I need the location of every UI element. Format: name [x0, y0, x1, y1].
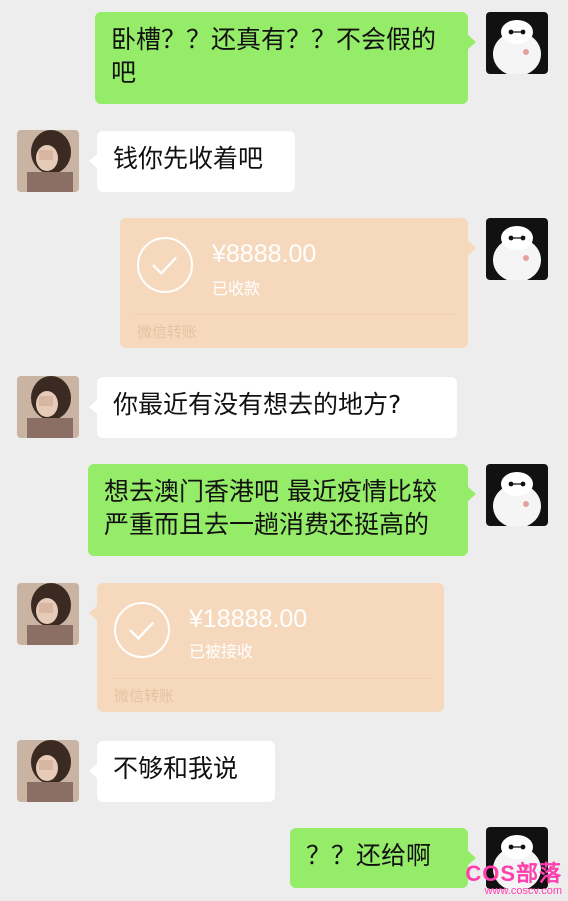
- baymax-avatar-icon: [486, 12, 548, 74]
- other-avatar[interactable]: [17, 740, 79, 802]
- baymax-avatar-icon: [486, 464, 548, 526]
- transfer-divider: [134, 314, 454, 315]
- transfer-card-accepted[interactable]: ¥18888.00 已被接收 微信转账: [89, 583, 444, 712]
- transfer-footer: 微信转账: [114, 687, 175, 705]
- check-circle-icon: [137, 237, 193, 293]
- transfer-footer: 微信转账: [137, 323, 198, 341]
- message-bubble-other[interactable]: 钱你先收着吧: [89, 131, 295, 192]
- message-bubble-other[interactable]: 不够和我说: [89, 741, 275, 802]
- message-text: 钱你先收着吧: [113, 144, 264, 173]
- girl-photo-avatar-icon: [17, 740, 79, 802]
- self-avatar[interactable]: [486, 12, 548, 74]
- message-text: ？？还给啊: [306, 841, 432, 870]
- message-bubble-self[interactable]: 卧槽？？还真有？？不会假的吧: [95, 12, 476, 104]
- transfer-amount: ¥18888.00: [189, 605, 308, 633]
- other-avatar[interactable]: [17, 376, 79, 438]
- watermark-url: www.coscv.com: [484, 885, 562, 897]
- message-text: 卧槽？？还真有？？不会假的吧: [111, 25, 437, 87]
- transfer-card-received[interactable]: ¥8888.00 已收款 微信转账: [120, 218, 476, 348]
- other-avatar[interactable]: [17, 583, 79, 645]
- site-watermark: COS部落 www.coscv.com: [465, 861, 562, 898]
- message-bubble-other[interactable]: 你最近有没有想去的地方?: [89, 377, 457, 438]
- watermark-logo: COS部落: [465, 861, 562, 886]
- transfer-divider: [111, 678, 430, 679]
- message-bubble-self[interactable]: 想去澳门香港吧 最近疫情比较严重而且去一趟消费还挺高的: [88, 464, 476, 556]
- self-avatar[interactable]: [486, 464, 548, 526]
- transfer-amount: ¥8888.00: [212, 240, 317, 268]
- self-avatar[interactable]: [486, 218, 548, 280]
- transfer-status: 已被接收: [189, 642, 254, 661]
- girl-photo-avatar-icon: [17, 583, 79, 645]
- baymax-avatar-icon: [486, 218, 548, 280]
- message-text: 不够和我说: [113, 754, 239, 783]
- girl-photo-avatar-icon: [17, 376, 79, 438]
- message-text: 你最近有没有想去的地方?: [113, 390, 402, 419]
- transfer-status: 已收款: [212, 279, 261, 298]
- message-text: 想去澳门香港吧 最近疫情比较严重而且去一趟消费还挺高的: [104, 477, 437, 539]
- message-bubble-self[interactable]: ？？还给啊: [290, 828, 476, 888]
- other-avatar[interactable]: [17, 130, 79, 192]
- check-circle-icon: [114, 602, 170, 658]
- girl-photo-avatar-icon: [17, 130, 79, 192]
